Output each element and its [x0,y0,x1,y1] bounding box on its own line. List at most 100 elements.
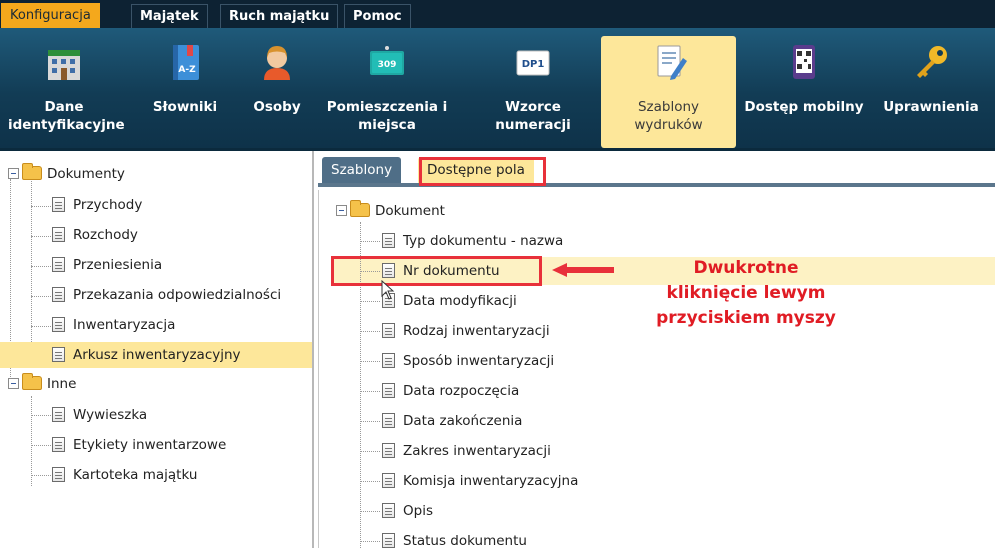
collapse-icon[interactable] [336,204,347,216]
document-icon [382,442,395,458]
field-label: Data rozpoczęcia [403,383,520,399]
tree-item-label: Etykiety inwentarzowe [73,437,227,453]
tree-item-label: Inwentaryzacja [73,317,176,333]
folder-icon [22,163,42,180]
tool-label: numeracji [495,117,571,133]
left-tree-panel: Dokumenty Przychody Rozchody Przeniesien… [0,151,314,548]
tool-label: Dane [44,99,84,115]
tree-item-kartoteka[interactable]: Kartoteka majątku [52,462,197,488]
folder-icon [350,200,370,217]
document-icon [382,502,395,518]
dictionary-book-icon: A-Z [173,45,199,80]
annotation-text: Dwukrotne kliknięcie lewym przyciskiem m… [636,256,856,331]
collapse-icon[interactable] [8,167,19,179]
menu-pomoc[interactable]: Pomoc [344,4,411,28]
menu-konfiguracja[interactable]: Konfiguracja [1,3,100,28]
document-icon [52,286,65,302]
document-icon [382,412,395,428]
tool-label: Uprawnienia [883,99,979,115]
tool-uprawnienia[interactable]: Uprawnienia [872,36,990,148]
menu-ruch-majatku[interactable]: Ruch majątku [220,4,339,28]
tool-pomieszczenia[interactable]: 309 Pomieszczenia i miejsca [318,36,456,148]
tool-label: miejsca [358,117,416,133]
field-komisja-inwentaryzacyjna[interactable]: Komisja inwentaryzacyjna [382,468,578,494]
tool-label: Osoby [253,99,301,115]
tree-item-inwentaryzacja[interactable]: Inwentaryzacja [52,312,175,338]
field-data-modyfikacji[interactable]: Data modyfikacji [382,288,517,314]
tree-item-wywieszka[interactable]: Wywieszka [52,402,147,428]
field-opis[interactable]: Opis [382,498,433,524]
tree-group-dokumenty[interactable]: Dokumenty [8,161,125,187]
qr-phone-icon [793,45,815,79]
mouse-cursor-icon [381,280,395,300]
numbering-card-icon: DP1 [516,50,550,76]
tool-dostep-mobilny[interactable]: Dostęp mobilny [742,36,866,148]
fields-root-dokument[interactable]: Dokument [336,198,445,224]
tool-label: Szablony [637,99,700,115]
field-label: Komisja inwentaryzacyjna [403,473,579,489]
field-rodzaj-inwentaryzacji[interactable]: Rodzaj inwentaryzacji [382,318,550,344]
menu-majatek[interactable]: Majątek [131,4,208,28]
document-icon [382,232,395,248]
tool-osoby[interactable]: Osoby [244,36,310,148]
tool-label: Wzorce [505,99,561,115]
tool-label: wydruków [634,117,703,133]
tree-item-etykiety[interactable]: Etykiety inwentarzowe [52,432,226,458]
document-icon [382,472,395,488]
field-typ-dokumentu[interactable]: Typ dokumentu - nazwa [382,228,563,254]
field-label: Zakres inwentaryzacji [403,443,551,459]
field-data-zakonczenia[interactable]: Data zakończenia [382,408,522,434]
collapse-icon[interactable] [8,377,19,389]
tab-szablony[interactable]: Szablony [322,157,402,183]
print-template-icon [657,45,687,80]
field-label: Typ dokumentu - nazwa [403,233,564,249]
tool-label: Słowniki [152,99,218,115]
row-highlight-frame [331,256,542,286]
menu-bar: Konfiguracja Majątek Ruch majątku Pomoc [0,0,995,28]
document-icon [52,316,65,332]
tree-item-arkusz-inwentaryzacyjny[interactable]: Arkusz inwentaryzacyjny [0,342,312,368]
document-icon [382,352,395,368]
document-icon [52,346,65,362]
tree-item-label: Rozchody [73,227,138,243]
tool-dane-identyfikacyjne[interactable]: Dane identyfikacyjne [8,36,125,148]
tree-group-inne[interactable]: Inne [8,371,76,397]
tree-item-rozchody[interactable]: Rozchody [52,222,138,248]
tool-label: Pomieszczenia i [326,99,448,115]
field-label: Sposób inwentaryzacji [403,353,555,369]
tree-item-przychody[interactable]: Przychody [52,192,142,218]
tool-label: identyfikacyjne [8,117,125,133]
tool-slowniki[interactable]: A-Z Słowniki [150,36,220,148]
icon-label: A-Z [178,65,196,75]
field-data-rozpoczecia[interactable]: Data rozpoczęcia [382,378,519,404]
key-icon [917,46,947,78]
tree-group-label: Inne [47,376,77,392]
tool-wzorce-numeracji[interactable]: DP1 Wzorce numeracji [478,36,588,148]
document-icon [52,196,65,212]
field-sposob-inwentaryzacji[interactable]: Sposób inwentaryzacji [382,348,554,374]
field-status-dokumentu[interactable]: Status dokumentu [382,528,527,548]
document-icon [382,322,395,338]
field-label: Data zakończenia [403,413,523,429]
tree-item-label: Przychody [73,197,143,213]
icon-label: 309 [378,60,397,70]
tree-item-przekazania[interactable]: Przekazania odpowiedzialności [52,282,281,308]
tree-group-label: Dokumenty [47,166,125,182]
document-icon [52,226,65,242]
annotation-line: Dwukrotne [693,258,799,278]
tool-szablony-wydrukow[interactable]: Szablony wydruków [601,36,736,148]
room-door-icon: 309 [370,46,404,75]
document-icon [382,382,395,398]
tab-highlight-frame [419,157,546,186]
tree-item-label: Przeniesienia [73,257,163,273]
ribbon-toolbar: Dane identyfikacyjne A-Z Słowniki Osoby 3… [0,28,995,151]
field-zakres-inwentaryzacji[interactable]: Zakres inwentaryzacji [382,438,551,464]
tree-item-label: Kartoteka majątku [73,467,198,483]
tree-item-przeniesienia[interactable]: Przeniesienia [52,252,162,278]
building-icon [48,50,80,80]
field-label: Data modyfikacji [403,293,517,309]
field-label: Opis [403,503,433,519]
folder-icon [22,373,42,390]
tree-item-label: Przekazania odpowiedzialności [73,287,282,303]
annotation-line: kliknięcie lewym [666,283,826,303]
